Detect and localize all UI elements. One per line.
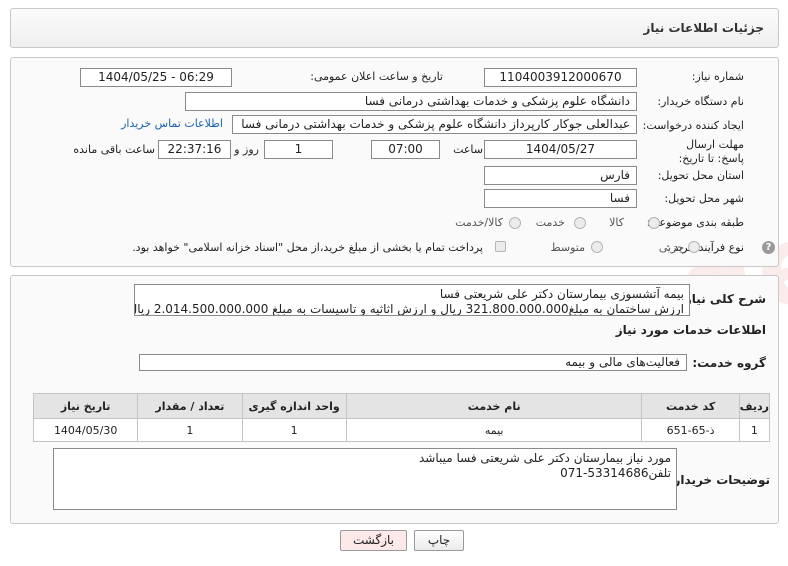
cell-quantity: 1 bbox=[137, 418, 243, 442]
announce-field: 1404/05/25 - 06:29 bbox=[80, 68, 232, 87]
payment-checkbox[interactable] bbox=[495, 241, 506, 252]
announce-label: تاریخ و ساعت اعلان عمومی: bbox=[310, 70, 443, 83]
page-title: جزئیات اطلاعات نیاز bbox=[643, 21, 764, 35]
category-option-service: خدمت bbox=[535, 216, 565, 229]
deadline-label: مهلت ارسال پاسخ: تا تاریخ: bbox=[678, 138, 744, 165]
services-section-title: اطلاعات خدمات مورد نیاز bbox=[615, 323, 766, 337]
remaining-time-field: 22:37:16 bbox=[158, 140, 231, 159]
category-radio-goods-service[interactable] bbox=[509, 217, 521, 229]
city-field: فسا bbox=[484, 189, 637, 208]
province-label: استان محل تحویل: bbox=[657, 169, 744, 182]
days-field: 1 bbox=[264, 140, 333, 159]
buyer-org-field: دانشگاه علوم پزشکی و خدمات بهداشتی درمان… bbox=[185, 92, 637, 111]
buyer-notes-label: توضیحات خریدار: bbox=[668, 473, 770, 487]
col-service-code: کد خدمت bbox=[641, 393, 740, 419]
table-header-row: ردیف کد خدمت نام خدمت واحد اندازه گیری ت… bbox=[32, 393, 771, 419]
help-icon[interactable]: ? bbox=[762, 241, 775, 254]
cell-service-code: ذ-65-651 bbox=[641, 418, 740, 442]
cell-service-name: بیمه bbox=[345, 418, 643, 442]
deadline-date-field: 1404/05/27 bbox=[484, 140, 637, 159]
col-quantity: تعداد / مقدار bbox=[137, 393, 243, 419]
col-row-number: ردیف bbox=[738, 393, 771, 419]
service-group-label: گروه خدمت: bbox=[692, 356, 766, 370]
deadline-time-field: 07:00 bbox=[371, 140, 440, 159]
cell-need-date: 1404/05/30 bbox=[32, 418, 139, 442]
col-need-date: تاریخ نیاز bbox=[32, 393, 139, 419]
category-label: طبقه بندی موضوعی: bbox=[646, 216, 744, 229]
need-info-panel bbox=[10, 57, 779, 267]
need-number-label: شماره نیاز: bbox=[691, 70, 744, 83]
service-group-field: فعالیت‌های مالی و بیمه bbox=[139, 354, 687, 371]
col-unit: واحد اندازه گیری bbox=[241, 393, 347, 419]
summary-line-1: بیمه آتشسوزی بیمارستان دکتر علی شریعتی ف… bbox=[439, 287, 684, 301]
process-radio-minor[interactable] bbox=[688, 241, 700, 253]
cell-row-number: 1 bbox=[738, 418, 771, 442]
buyer-contact-link[interactable]: اطلاعات تماس خریدار bbox=[121, 117, 223, 130]
buyer-notes-field: مورد نیاز بیمارستان دکتر علی شریعتی فسا … bbox=[53, 448, 677, 510]
print-button[interactable]: چاپ bbox=[414, 530, 464, 551]
back-button[interactable]: بازگشت bbox=[340, 530, 407, 551]
city-label: شهر محل تحویل: bbox=[664, 192, 744, 205]
remaining-time-label: ساعت باقی مانده bbox=[73, 143, 155, 156]
services-table: ردیف کد خدمت نام خدمت واحد اندازه گیری ت… bbox=[32, 393, 771, 442]
category-option-goods: کالا bbox=[609, 216, 624, 229]
deadline-time-label: ساعت bbox=[453, 143, 483, 156]
table-row: 1 ذ-65-651 بیمه 1 1 1404/05/30 bbox=[32, 418, 771, 442]
summary-field: بیمه آتشسوزی بیمارستان دکتر علی شریعتی ف… bbox=[134, 284, 690, 316]
buyer-org-label: نام دستگاه خریدار: bbox=[657, 95, 744, 108]
process-option-minor: جزیی bbox=[658, 241, 684, 254]
cell-unit: 1 bbox=[241, 418, 347, 442]
page-header: جزئیات اطلاعات نیاز bbox=[10, 8, 779, 48]
category-radio-service[interactable] bbox=[574, 217, 586, 229]
payment-note: پرداخت تمام یا بخشی از مبلغ خرید،از محل … bbox=[132, 241, 483, 254]
process-option-medium: متوسط bbox=[550, 241, 585, 254]
summary-label: شرح کلی نیاز: bbox=[680, 292, 766, 306]
col-service-name: نام خدمت bbox=[345, 393, 643, 419]
days-label: روز و bbox=[234, 143, 259, 156]
summary-line-2: ارزش ساختمان به مبلغ321.800.000.000 ریال… bbox=[135, 302, 684, 316]
requester-field: عبدالعلی جوکار کارپرداز دانشگاه علوم پزش… bbox=[232, 115, 637, 134]
buyer-notes-line-1: مورد نیاز بیمارستان دکتر علی شریعتی فسا … bbox=[418, 451, 671, 465]
category-radio-goods[interactable] bbox=[648, 217, 660, 229]
buyer-notes-line-2: تلفن53314686-071 bbox=[560, 466, 671, 480]
province-field: فارس bbox=[484, 166, 637, 185]
process-radio-medium[interactable] bbox=[591, 241, 603, 253]
need-number-field: 1104003912000670 bbox=[484, 68, 637, 87]
category-option-goods-service: کالا/خدمت bbox=[455, 216, 503, 229]
requester-label: ایجاد کننده درخواست: bbox=[642, 119, 744, 132]
